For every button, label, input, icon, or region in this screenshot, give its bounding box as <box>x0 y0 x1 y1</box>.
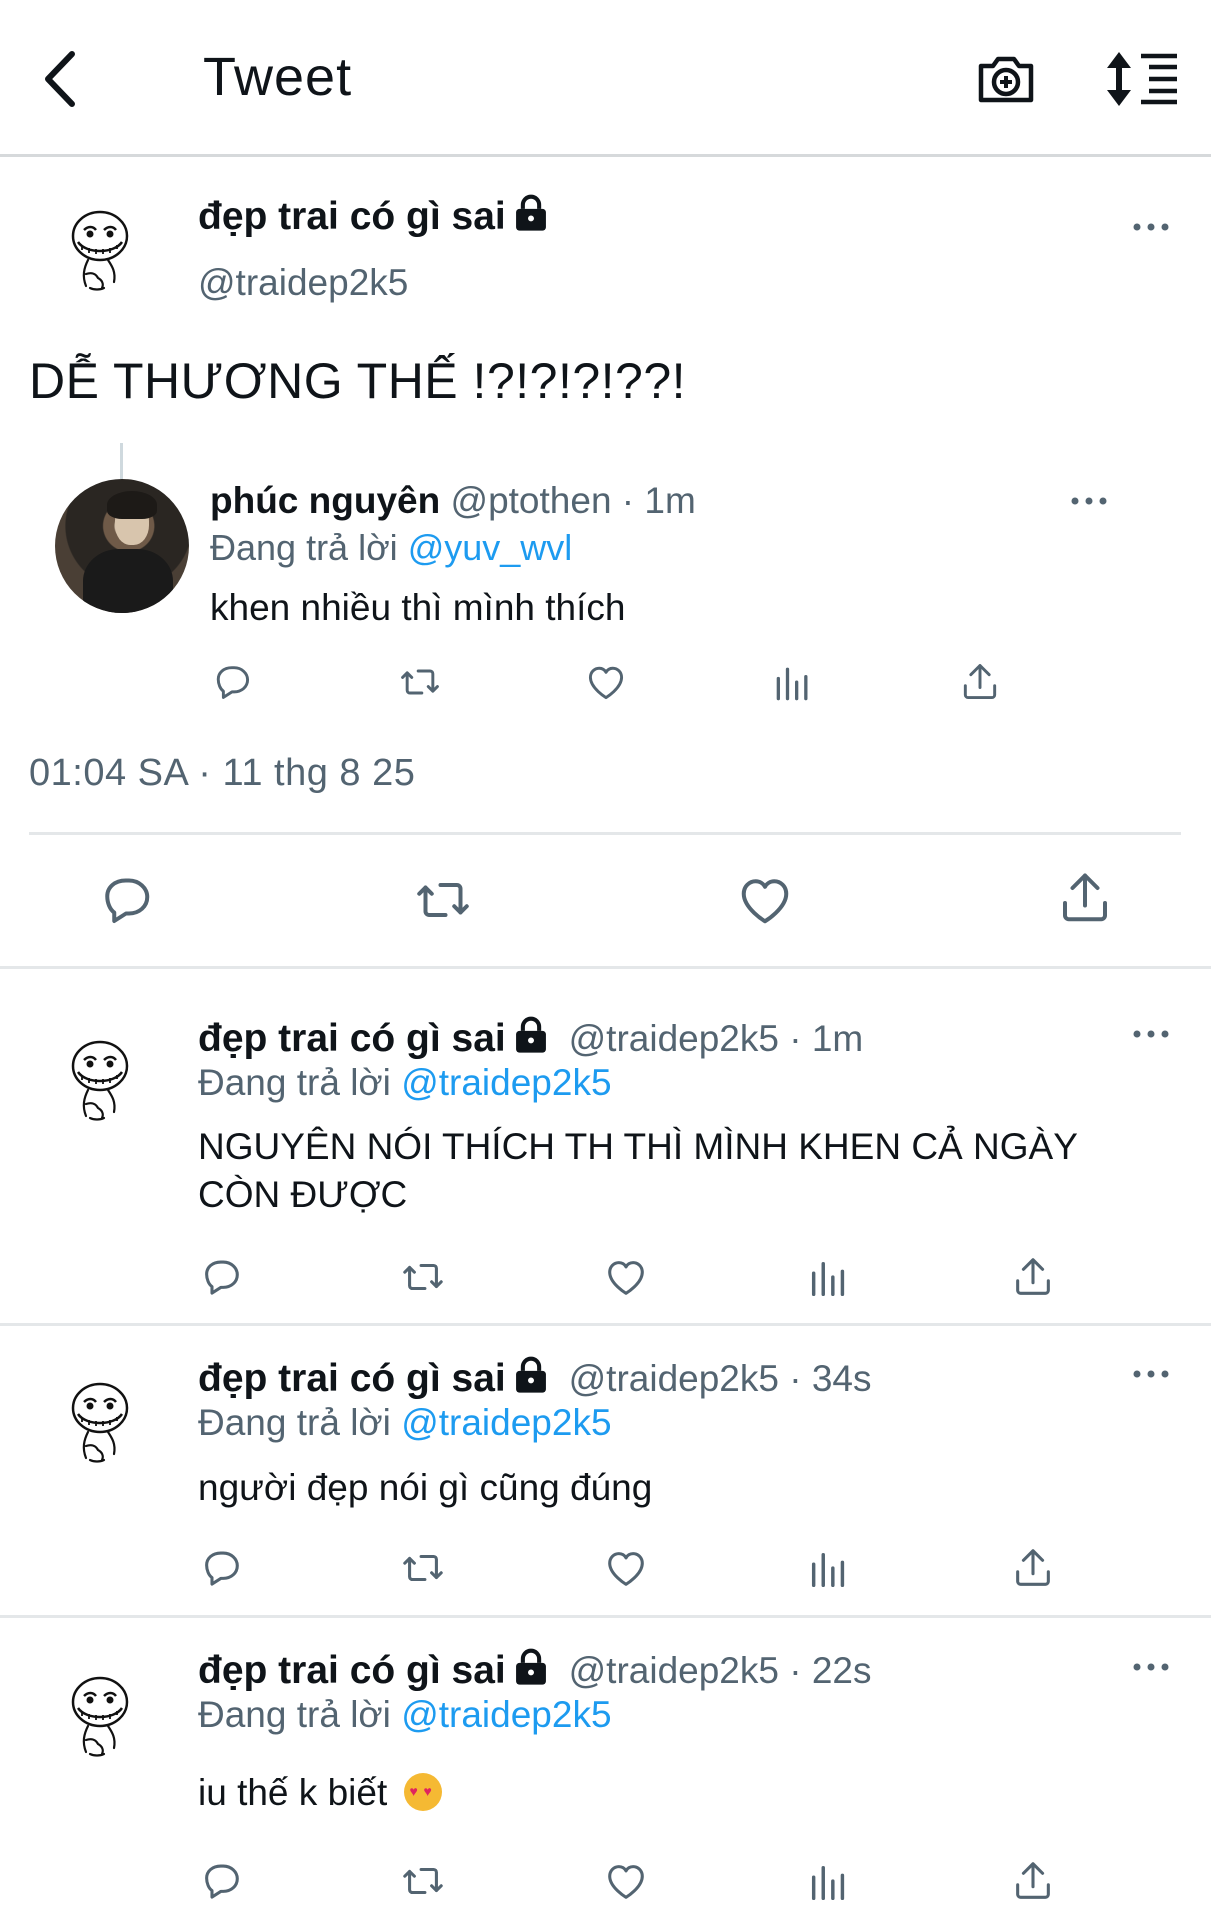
more-icon[interactable] <box>1131 1028 1171 1040</box>
camera-plus-icon[interactable] <box>975 48 1037 110</box>
author-name[interactable]: đẹp trai có gì sai <box>198 194 550 239</box>
share-icon[interactable] <box>1010 1545 1056 1591</box>
share-icon[interactable] <box>1010 1254 1056 1300</box>
views-icon[interactable] <box>806 1256 852 1302</box>
reply-icon[interactable] <box>198 1858 244 1904</box>
sort-icon[interactable] <box>1105 50 1179 108</box>
like-icon[interactable] <box>733 870 797 930</box>
reply-author[interactable]: đẹp trai có gì sai @traidep2k5 · 34s <box>198 1356 872 1401</box>
thread-line <box>120 443 123 479</box>
heart-eyes-cat-emoji: ♥ ♥ <box>403 1773 442 1811</box>
retweet-icon[interactable] <box>398 1545 448 1591</box>
back-arrow-icon[interactable] <box>40 48 80 110</box>
retweet-icon[interactable] <box>398 1858 448 1904</box>
replying-to: Đang trả lời @traidep2k5 <box>198 1694 612 1735</box>
top-bar: Tweet <box>0 0 1211 157</box>
reply-text: NGUYÊN NÓI THÍCH TH THÌ MÌNH KHEN CẢ NGÀ… <box>198 1126 1078 1167</box>
views-icon[interactable] <box>806 1860 852 1906</box>
views-icon[interactable] <box>771 662 815 706</box>
lock-icon <box>512 1648 550 1686</box>
reply-text: khen nhiều thì mình thích <box>210 587 626 628</box>
reply-icon[interactable] <box>94 870 158 930</box>
share-icon[interactable] <box>1010 1858 1056 1904</box>
share-icon[interactable] <box>958 660 1002 704</box>
reply-icon[interactable] <box>210 660 254 704</box>
tweet-timestamp: 01:04 SA · 11 thg 8 25 <box>29 752 416 794</box>
lock-icon <box>512 1356 550 1394</box>
divider <box>29 832 1181 835</box>
page-title: Tweet <box>203 47 353 107</box>
retweet-icon[interactable] <box>396 660 444 704</box>
more-icon[interactable] <box>1069 495 1109 507</box>
like-icon[interactable] <box>603 1254 649 1300</box>
views-icon[interactable] <box>806 1547 852 1593</box>
tweet-text: DỄ THƯƠNG THẾ !?!?!?!??! <box>29 353 687 409</box>
reply-text-line2: CÒN ĐƯỢC <box>198 1174 408 1215</box>
divider <box>0 1615 1211 1618</box>
reply-author[interactable]: đẹp trai có gì sai @traidep2k5 · 1m <box>198 1016 863 1061</box>
lock-icon <box>512 1016 550 1054</box>
like-icon[interactable] <box>603 1858 649 1904</box>
like-icon[interactable] <box>584 660 628 704</box>
divider <box>0 966 1211 969</box>
more-icon[interactable] <box>1131 1661 1171 1673</box>
reply-text: người đẹp nói gì cũng đúng <box>198 1467 653 1508</box>
avatar[interactable] <box>64 1036 140 1132</box>
replying-to: Đang trả lời @traidep2k5 <box>198 1062 612 1103</box>
reply-author[interactable]: đẹp trai có gì sai @traidep2k5 · 22s <box>198 1648 872 1693</box>
more-icon[interactable] <box>1131 221 1171 233</box>
retweet-icon[interactable] <box>398 1254 448 1300</box>
reply-icon[interactable] <box>198 1254 244 1300</box>
retweet-icon[interactable] <box>410 870 476 930</box>
lock-icon <box>512 194 550 232</box>
avatar[interactable] <box>64 206 140 302</box>
reply-author[interactable]: phúc nguyên @ptothen · 1m <box>210 480 696 522</box>
avatar[interactable] <box>55 479 189 613</box>
more-icon[interactable] <box>1131 1368 1171 1380</box>
like-icon[interactable] <box>603 1545 649 1591</box>
author-handle[interactable]: @traidep2k5 <box>198 262 408 304</box>
replying-to: Đang trả lời @yuv_wvl <box>210 527 573 568</box>
reply-text: iu thế k biết ♥ ♥ <box>198 1772 442 1814</box>
divider <box>0 1323 1211 1326</box>
share-icon[interactable] <box>1053 868 1117 928</box>
avatar[interactable] <box>64 1672 140 1768</box>
reply-icon[interactable] <box>198 1545 244 1591</box>
avatar[interactable] <box>64 1378 140 1474</box>
replying-to: Đang trả lời @traidep2k5 <box>198 1402 612 1443</box>
